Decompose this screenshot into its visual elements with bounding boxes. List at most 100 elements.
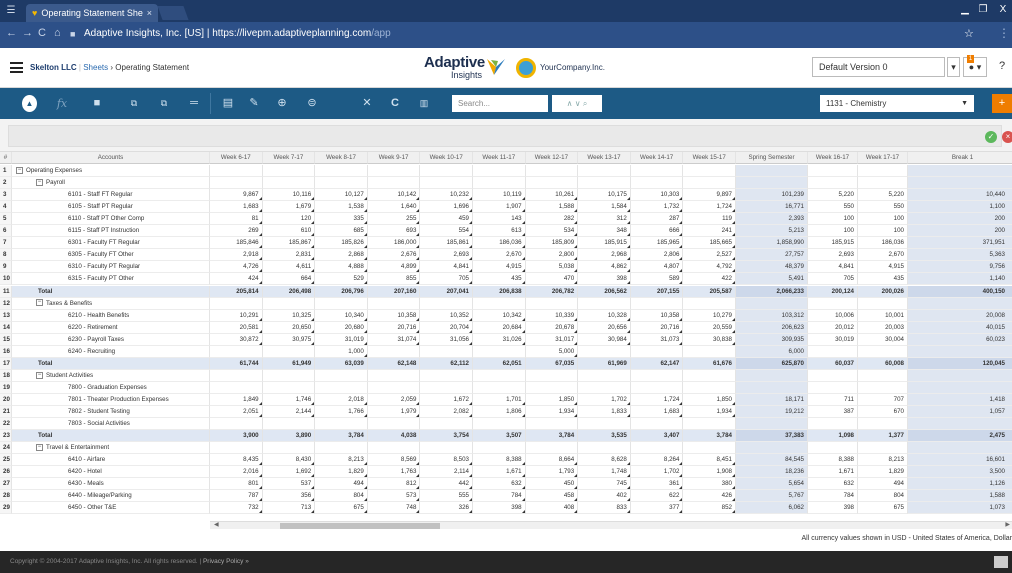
- value-cell[interactable]: 1,696: [420, 201, 473, 214]
- value-cell[interactable]: [683, 297, 736, 310]
- formula-icon[interactable]: fx: [54, 95, 70, 112]
- value-cell[interactable]: [420, 345, 473, 358]
- value-cell[interactable]: 1,806: [473, 406, 526, 419]
- value-cell[interactable]: [210, 418, 263, 431]
- value-cell[interactable]: 40,015: [908, 321, 1012, 334]
- value-cell[interactable]: [858, 418, 908, 431]
- account-cell[interactable]: − Taxes & Benefits: [12, 297, 210, 310]
- account-cell[interactable]: 6110 - Staff PT Other Comp: [12, 213, 210, 226]
- value-cell[interactable]: 185,965: [630, 237, 684, 250]
- value-cell[interactable]: 20,680: [315, 321, 368, 334]
- value-cell[interactable]: 666: [630, 225, 684, 238]
- value-cell[interactable]: 20,650: [262, 321, 316, 334]
- value-cell[interactable]: 675: [858, 502, 908, 515]
- value-cell[interactable]: 380: [683, 478, 736, 491]
- value-cell[interactable]: 20,678: [525, 321, 579, 334]
- value-cell[interactable]: 9,867: [210, 189, 263, 202]
- account-cell[interactable]: 6101 - Staff FT Regular: [12, 189, 210, 202]
- value-cell[interactable]: 84,545: [736, 454, 808, 467]
- value-cell[interactable]: [908, 177, 1012, 190]
- privacy-policy-link[interactable]: Privacy Policy »: [203, 558, 249, 565]
- value-cell[interactable]: 422: [683, 273, 736, 286]
- delete-row-icon[interactable]: ⧉: [156, 95, 172, 112]
- account-cell[interactable]: 6240 - Recruiting: [12, 345, 210, 358]
- value-cell[interactable]: [367, 369, 421, 382]
- value-cell[interactable]: 554: [420, 225, 473, 238]
- value-cell[interactable]: 1,850: [525, 393, 579, 406]
- value-cell[interactable]: 1,934: [683, 406, 736, 419]
- value-cell[interactable]: 435: [858, 273, 908, 286]
- value-cell[interactable]: 1,766: [315, 406, 368, 419]
- value-cell[interactable]: 2,670: [473, 249, 526, 262]
- value-cell[interactable]: 206,498: [262, 285, 316, 298]
- value-cell[interactable]: 613: [473, 225, 526, 238]
- col-header-week[interactable]: Week 12-17: [525, 152, 579, 164]
- value-cell[interactable]: 5,038: [525, 261, 579, 274]
- value-cell[interactable]: 675: [315, 502, 368, 515]
- value-cell[interactable]: 207,160: [367, 285, 421, 298]
- value-cell[interactable]: [367, 418, 421, 431]
- collapse-toggle-icon[interactable]: −: [36, 444, 43, 451]
- account-cell[interactable]: 6430 - Meals: [12, 478, 210, 491]
- value-cell[interactable]: [420, 369, 473, 382]
- value-cell[interactable]: 20,704: [420, 321, 473, 334]
- value-cell[interactable]: 5,220: [858, 189, 908, 202]
- value-cell[interactable]: [578, 345, 631, 358]
- value-cell[interactable]: 207,155: [630, 285, 684, 298]
- value-cell[interactable]: 1,000: [315, 345, 368, 358]
- value-cell[interactable]: [262, 381, 316, 394]
- value-cell[interactable]: 100: [808, 213, 858, 226]
- account-cell[interactable]: 6230 - Payroll Taxes: [12, 333, 210, 346]
- reload-icon[interactable]: C: [38, 27, 46, 39]
- value-cell[interactable]: 205,814: [210, 285, 263, 298]
- value-cell[interactable]: [210, 442, 263, 455]
- value-cell[interactable]: 4,611: [262, 261, 316, 274]
- value-cell[interactable]: 402: [578, 490, 631, 503]
- value-cell[interactable]: [736, 442, 808, 455]
- value-cell[interactable]: 371,951: [908, 237, 1012, 250]
- browser-more-icon[interactable]: ⋮: [998, 26, 1010, 40]
- print-icon[interactable]: ⊜: [304, 95, 320, 112]
- value-cell[interactable]: 31,056: [420, 333, 473, 346]
- value-cell[interactable]: 1,763: [367, 466, 421, 479]
- value-cell[interactable]: 377: [630, 502, 684, 515]
- value-cell[interactable]: 200: [908, 225, 1012, 238]
- value-cell[interactable]: 3,890: [262, 430, 316, 443]
- value-cell[interactable]: [908, 369, 1012, 382]
- search-prev-icon[interactable]: ∧: [567, 99, 573, 108]
- value-cell[interactable]: 6,062: [736, 502, 808, 515]
- value-cell[interactable]: 5,213: [736, 225, 808, 238]
- insert-row-icon[interactable]: ⧉: [126, 95, 142, 112]
- value-cell[interactable]: [473, 165, 526, 178]
- value-cell[interactable]: 255: [367, 213, 421, 226]
- value-cell[interactable]: [367, 165, 421, 178]
- value-cell[interactable]: 10,340: [315, 309, 368, 322]
- value-cell[interactable]: 537: [262, 478, 316, 491]
- value-cell[interactable]: [683, 442, 736, 455]
- account-cell[interactable]: 6305 - Faculty FT Other: [12, 249, 210, 262]
- value-cell[interactable]: 387: [808, 406, 858, 419]
- value-cell[interactable]: 27,757: [736, 249, 808, 262]
- value-cell[interactable]: 1,679: [262, 201, 316, 214]
- value-cell[interactable]: [736, 381, 808, 394]
- value-cell[interactable]: 10,342: [473, 309, 526, 322]
- account-cell[interactable]: 6420 - Hotel: [12, 466, 210, 479]
- value-cell[interactable]: 335: [315, 213, 368, 226]
- value-cell[interactable]: 1,793: [525, 466, 579, 479]
- value-cell[interactable]: 5,654: [736, 478, 808, 491]
- value-cell[interactable]: [262, 297, 316, 310]
- clear-icon[interactable]: ✕: [360, 95, 374, 112]
- value-cell[interactable]: 20,003: [858, 321, 908, 334]
- value-cell[interactable]: 1,701: [473, 393, 526, 406]
- account-cell[interactable]: − Travel & Entertainment: [12, 442, 210, 455]
- collapse-toggle-icon[interactable]: −: [36, 178, 43, 186]
- value-cell[interactable]: 61,676: [683, 357, 736, 370]
- value-cell[interactable]: 2,676: [367, 249, 421, 262]
- value-cell[interactable]: 206,838: [473, 285, 526, 298]
- value-cell[interactable]: [315, 297, 368, 310]
- value-cell[interactable]: 1,732: [630, 201, 684, 214]
- value-cell[interactable]: 6,000: [736, 345, 808, 358]
- value-cell[interactable]: 10,291: [210, 309, 263, 322]
- value-cell[interactable]: 62,112: [420, 357, 473, 370]
- value-cell[interactable]: 426: [683, 490, 736, 503]
